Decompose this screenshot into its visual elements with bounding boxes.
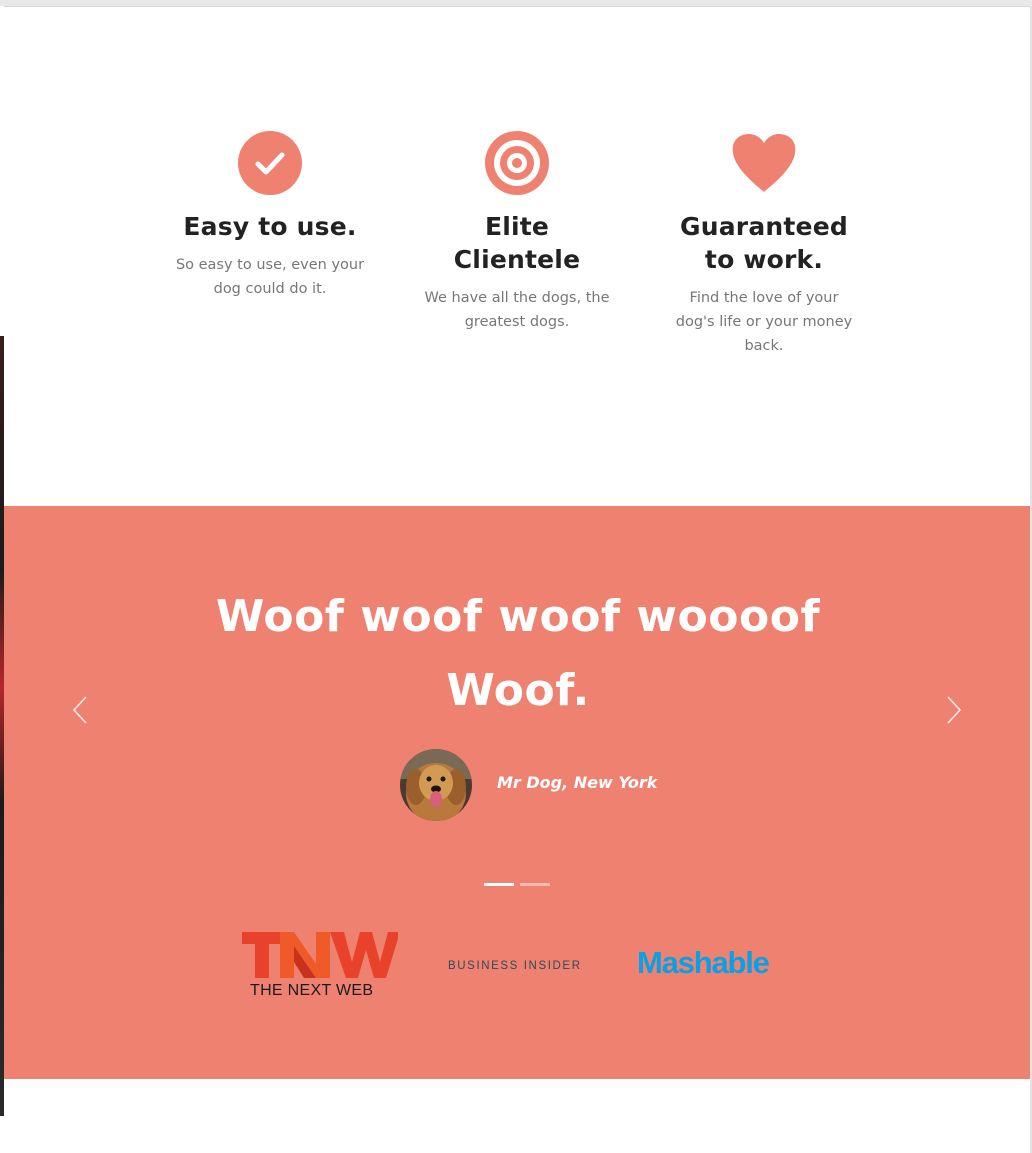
heart-icon	[731, 130, 797, 196]
author-name: Mr Dog, New York	[497, 773, 658, 792]
feature-easy-to-use: Easy to use. So easy to use, even your d…	[170, 130, 370, 301]
check-circle-icon	[237, 130, 303, 196]
slide-indicator-2[interactable]	[520, 883, 550, 886]
chevron-right-icon[interactable]	[940, 694, 964, 726]
business-insider-logo: BUSINESS INSIDER	[448, 960, 582, 972]
chevron-left-icon[interactable]	[70, 694, 94, 726]
feature-elite-clientele: Elite Clientele We have all the dogs, th…	[417, 130, 617, 334]
testimonial-quote: Woof woof woof woooof Woof.	[215, 591, 821, 716]
feature-description: We have all the dogs, the greatest dogs.	[424, 290, 610, 330]
mashable-logo: Mashable	[637, 945, 770, 980]
target-icon	[484, 130, 550, 196]
feature-title: Easy to use.	[183, 212, 357, 241]
slide-indicator-1[interactable]	[484, 883, 514, 886]
tnw-label: THE NEXT WEB	[250, 982, 374, 999]
avatar	[400, 749, 472, 821]
feature-guaranteed: Guaranteed to work. Find the love of you…	[664, 130, 864, 358]
feature-title: Guaranteed to work.	[680, 212, 848, 274]
feature-description: So easy to use, even your dog could do i…	[175, 257, 365, 297]
browser-top-bar	[0, 0, 1032, 7]
testimonial-slider: Woof woof woof woooof Woof. Mr Dog, New …	[4, 506, 1030, 1079]
the-next-web-logo: THE NEXT WEB	[242, 930, 400, 1002]
slider-pagination	[484, 883, 564, 887]
feature-title: Elite Clientele	[453, 212, 581, 274]
tnw-mark	[242, 932, 400, 978]
feature-description: Find the love of your dog's life or your…	[675, 290, 853, 354]
